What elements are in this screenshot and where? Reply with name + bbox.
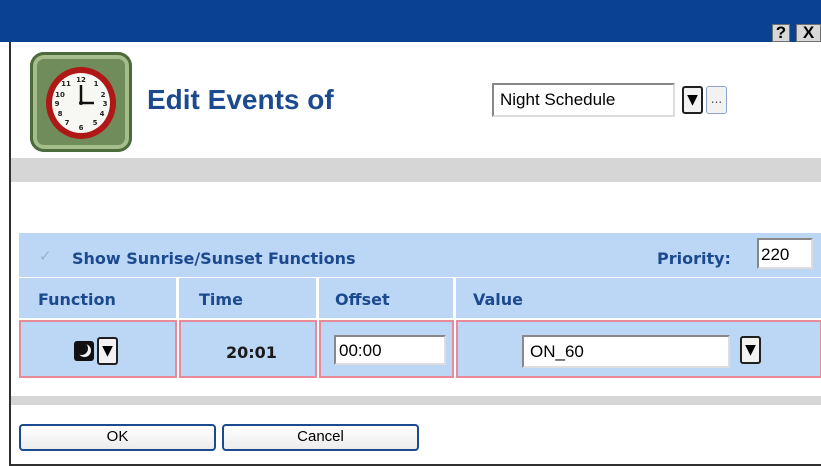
separator-band-bottom bbox=[11, 396, 821, 405]
table-row: ▼ 20:01 ON_60 ▼ bbox=[19, 320, 821, 378]
function-cell: ▼ bbox=[19, 320, 177, 378]
title-bar: ? X bbox=[0, 0, 821, 42]
column-header-offset: Offset bbox=[335, 290, 390, 309]
svg-text:10: 10 bbox=[55, 91, 65, 99]
column-divider bbox=[176, 278, 179, 318]
separator-band bbox=[11, 158, 821, 182]
sunrise-sunset-checkbox[interactable]: ✓ bbox=[39, 248, 55, 264]
table-header: Function Time Offset Value bbox=[19, 278, 821, 318]
svg-text:9: 9 bbox=[55, 100, 60, 108]
schedule-browse-button[interactable]: ... bbox=[706, 86, 727, 114]
column-header-function: Function bbox=[38, 290, 116, 309]
column-divider bbox=[316, 278, 319, 318]
value-select[interactable]: ON_60 bbox=[522, 335, 730, 368]
page-title: Edit Events of bbox=[147, 84, 334, 115]
clock-icon: 12 1 2 3 4 5 6 7 8 9 10 11 bbox=[30, 52, 132, 152]
svg-text:5: 5 bbox=[93, 119, 98, 127]
svg-text:6: 6 bbox=[79, 124, 84, 132]
svg-text:8: 8 bbox=[58, 110, 63, 118]
svg-text:11: 11 bbox=[61, 80, 71, 88]
svg-text:3: 3 bbox=[103, 100, 108, 108]
svg-text:12: 12 bbox=[76, 76, 86, 84]
value-cell: ON_60 ▼ bbox=[456, 320, 821, 378]
moon-icon bbox=[74, 341, 94, 361]
svg-text:4: 4 bbox=[100, 110, 105, 118]
column-divider bbox=[453, 278, 456, 318]
priority-label: Priority: bbox=[657, 249, 731, 268]
svg-text:2: 2 bbox=[101, 91, 106, 99]
clock-face: 12 1 2 3 4 5 6 7 8 9 10 11 bbox=[46, 67, 116, 139]
clock-dial-icon: 12 1 2 3 4 5 6 7 8 9 10 11 bbox=[55, 76, 108, 132]
svg-text:1: 1 bbox=[94, 80, 99, 88]
offset-input[interactable] bbox=[334, 335, 446, 365]
function-dropdown-button[interactable]: ▼ bbox=[97, 337, 118, 365]
priority-input[interactable] bbox=[757, 238, 813, 269]
sunrise-sunset-label: Show Sunrise/Sunset Functions bbox=[72, 249, 356, 268]
column-header-value: Value bbox=[473, 290, 524, 309]
schedule-dropdown-button[interactable]: ▼ bbox=[682, 86, 703, 114]
schedule-select[interactable]: Night Schedule bbox=[492, 83, 675, 117]
options-row: ✓ Show Sunrise/Sunset Functions Priority… bbox=[19, 233, 821, 277]
offset-cell bbox=[319, 320, 454, 378]
help-button[interactable]: ? bbox=[772, 24, 790, 42]
svg-text:7: 7 bbox=[65, 119, 70, 127]
time-value: 20:01 bbox=[226, 343, 277, 362]
close-button[interactable]: X bbox=[796, 24, 821, 42]
ok-button[interactable]: OK bbox=[19, 424, 216, 451]
cancel-button[interactable]: Cancel bbox=[222, 424, 419, 451]
value-dropdown-button[interactable]: ▼ bbox=[740, 336, 761, 364]
column-header-time: Time bbox=[199, 290, 243, 309]
time-cell: 20:01 bbox=[179, 320, 317, 378]
